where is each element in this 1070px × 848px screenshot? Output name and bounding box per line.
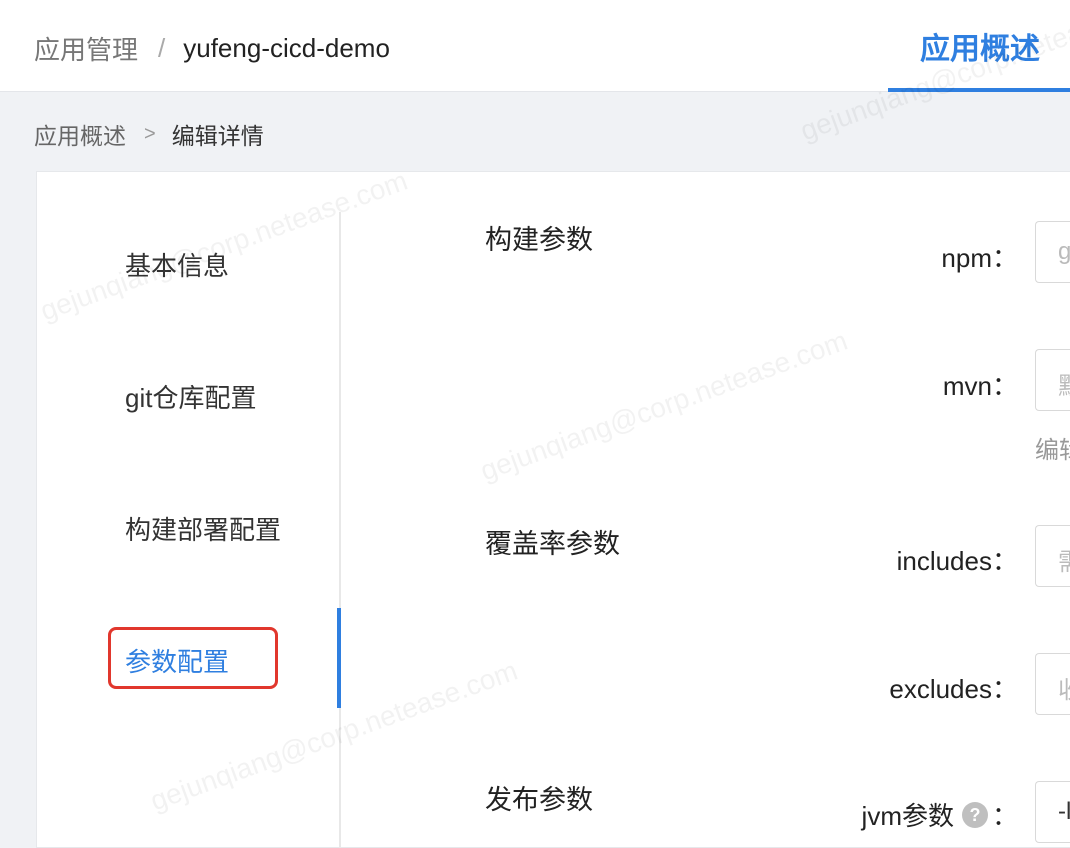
npm-input[interactable]: g (1035, 221, 1070, 283)
excludes-input[interactable]: 收 (1035, 653, 1070, 715)
includes-input[interactable]: 需 (1035, 525, 1070, 587)
breadcrumb-separator: / (158, 33, 166, 63)
nav-active-indicator (337, 608, 341, 708)
top-header: 应用管理 / yufeng-cicd-demo 应用概述 (0, 0, 1070, 92)
sub-breadcrumb-current: 编辑详情 (171, 123, 264, 149)
sub-breadcrumb: 应用概述 > 编辑详情 (34, 117, 264, 151)
question-circle-icon[interactable]: ? (961, 802, 988, 829)
excludes-colon: ： (991, 674, 1018, 704)
breadcrumb-app-name: yufeng-cicd-demo (183, 33, 390, 63)
section-title-build-params: 构建参数 (485, 225, 593, 255)
tab-app-overview[interactable]: 应用概述 (888, 0, 1070, 92)
nav-item-git-repo-config[interactable]: git仓库配置 (125, 378, 256, 415)
section-title-coverage-params: 覆盖率参数 (485, 529, 620, 559)
npm-colon: ： (991, 243, 1018, 273)
top-breadcrumb: 应用管理 / yufeng-cicd-demo (34, 30, 390, 67)
section-title-release-params: 发布参数 (485, 785, 593, 815)
npm-label-text: npm (941, 243, 992, 273)
jvm-colon: ： (991, 801, 1018, 831)
side-nav: 基本信息 git仓库配置 构建部署配置 参数配置 (37, 212, 341, 848)
annotation-highlight-box (108, 627, 278, 689)
nav-item-build-deploy-config[interactable]: 构建部署配置 (125, 510, 281, 547)
breadcrumb-app-management[interactable]: 应用管理 (34, 30, 138, 67)
jvm-params-input[interactable]: -l (1035, 781, 1070, 843)
field-label-includes: includes： (897, 541, 1018, 578)
field-label-jvm: jvm参数?： (862, 796, 1018, 833)
includes-label-text: includes (896, 546, 992, 576)
mvn-input[interactable]: 默 (1035, 349, 1070, 411)
field-label-mvn: mvn： (943, 366, 1018, 403)
includes-colon: ： (991, 546, 1018, 576)
mvn-label-text: mvn (942, 371, 992, 401)
sub-breadcrumb-arrow: > (144, 122, 156, 145)
field-label-npm: npm： (941, 238, 1018, 275)
field-label-excludes: excludes： (889, 669, 1018, 706)
jvm-label-text: jvm参数 (861, 801, 954, 831)
mvn-colon: ： (991, 371, 1018, 401)
edit-detail-card: 基本信息 git仓库配置 构建部署配置 参数配置 构建参数 npm： g mvn… (36, 171, 1070, 848)
mvn-help-text: 编辑 (1035, 437, 1070, 464)
nav-item-basic-info[interactable]: 基本信息 (125, 246, 229, 283)
sub-breadcrumb-overview-link[interactable]: 应用概述 (34, 117, 126, 151)
excludes-label-text: excludes (889, 674, 992, 704)
